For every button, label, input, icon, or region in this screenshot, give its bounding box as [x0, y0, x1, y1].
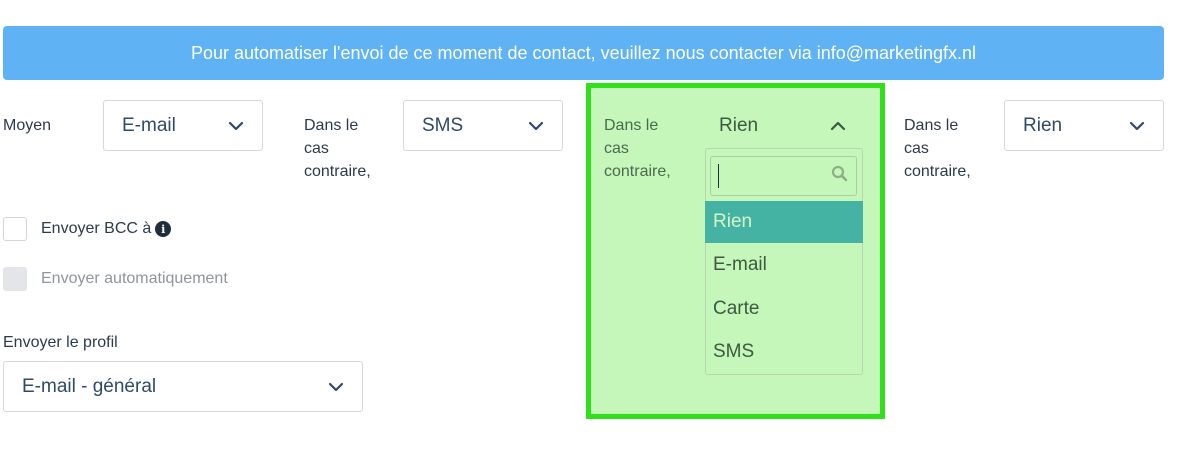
- fallback2-search-input[interactable]: [719, 167, 831, 185]
- moyen-select-value: E-mail: [122, 114, 176, 136]
- bcc-label: Envoyer BCC à i: [41, 218, 172, 240]
- fallback1-label-line: contraire,: [304, 163, 371, 180]
- moyen-select[interactable]: E-mail: [103, 100, 263, 151]
- fallback3-select-value: Rien: [1023, 114, 1063, 136]
- dropdown-option[interactable]: Rien: [705, 201, 863, 243]
- fallback1-label-line: cas: [304, 140, 329, 157]
- info-icon[interactable]: i: [155, 221, 172, 237]
- auto-send-label-text: Envoyer automatiquement: [41, 270, 228, 287]
- fallback2-label-line: Dans le: [604, 117, 659, 134]
- dropdown-option[interactable]: SMS: [705, 331, 863, 373]
- moyen-label: Moyen: [3, 117, 52, 134]
- fallback2-label: Dans le cas contraire,: [604, 114, 671, 183]
- search-icon: [831, 165, 848, 187]
- bcc-label-text: Envoyer BCC à: [41, 220, 152, 237]
- auto-send-checkbox[interactable]: [3, 267, 27, 291]
- fallback1-select[interactable]: SMS: [403, 100, 563, 151]
- fallback2-label-line: cas: [604, 140, 629, 157]
- fallback1-label: Dans le cas contraire,: [304, 114, 371, 183]
- dropdown-option[interactable]: Carte: [705, 288, 863, 330]
- fallback3-label-line: cas: [904, 140, 929, 157]
- bcc-checkbox[interactable]: [3, 217, 27, 241]
- banner-text: Pour automatiser l'envoi de ce moment de…: [190, 42, 977, 63]
- fallback1-label-line: Dans le: [304, 117, 359, 134]
- fallback2-select-value: Rien: [719, 115, 759, 136]
- chevron-down-icon: [228, 121, 244, 131]
- fallback2-search[interactable]: [710, 156, 857, 196]
- fallback2-label-line: contraire,: [604, 163, 671, 180]
- fallback3-select[interactable]: Rien: [1004, 100, 1164, 151]
- chevron-down-icon: [528, 121, 544, 131]
- chevron-down-icon: [328, 382, 344, 392]
- dropdown-option[interactable]: E-mail: [705, 244, 863, 286]
- info-banner: Pour automatiser l'envoi de ce moment de…: [3, 26, 1164, 80]
- chevron-up-icon: [830, 121, 846, 131]
- fallback3-label-line: contraire,: [904, 163, 971, 180]
- fallback2-select[interactable]: Rien: [705, 100, 863, 152]
- profile-select-value: E-mail - général: [22, 375, 157, 397]
- fallback3-label-line: Dans le: [904, 117, 959, 134]
- profile-select[interactable]: E-mail - général: [3, 361, 363, 412]
- fallback1-select-value: SMS: [422, 114, 464, 136]
- auto-send-label: Envoyer automatiquement: [41, 268, 228, 290]
- chevron-down-icon: [1129, 121, 1145, 131]
- fallback3-label: Dans le cas contraire,: [904, 114, 971, 183]
- profile-label: Envoyer le profil: [3, 334, 118, 351]
